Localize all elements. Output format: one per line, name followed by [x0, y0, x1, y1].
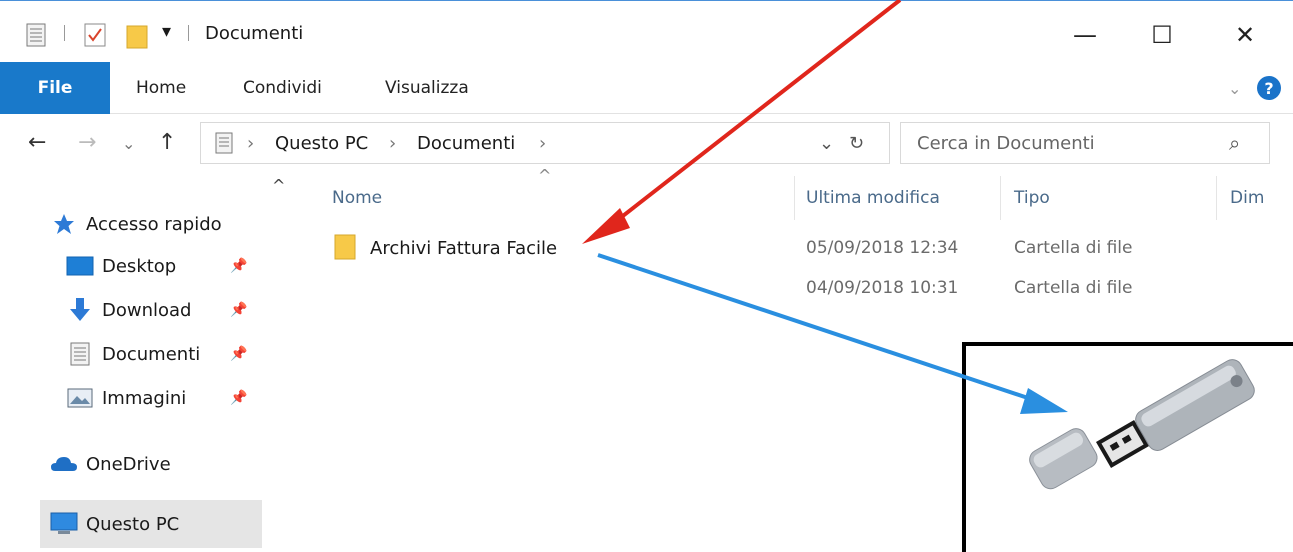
blue-arrow [597, 253, 1068, 414]
red-arrow [582, 0, 902, 244]
annotation-arrows [582, 0, 1068, 414]
